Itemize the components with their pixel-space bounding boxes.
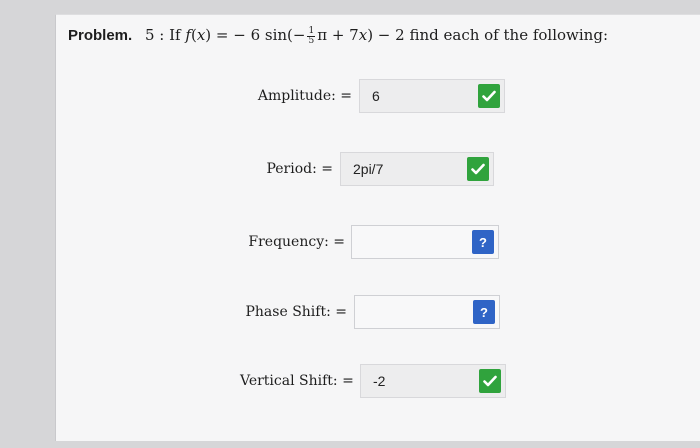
phase-shift-row: Phase Shift: = ? — [240, 295, 502, 329]
frequency-answer-box[interactable]: ? — [351, 225, 499, 259]
checkmark-icon — [483, 375, 497, 387]
fraction-numerator: 1 — [307, 25, 316, 37]
frequency-label: Frequency: = — [248, 234, 345, 250]
problem-suffix: find each of the following: — [409, 26, 608, 44]
period-row: Period: = 2pi/7 — [240, 152, 495, 186]
vertical-shift-input[interactable]: -2 — [361, 365, 385, 397]
amplitude-row: Amplitude: = 6 — [240, 79, 505, 113]
vertical-shift-row: Vertical Shift: = -2 — [240, 364, 508, 398]
phase-shift-label: Phase Shift: = — [245, 304, 348, 320]
problem-label: Problem. — [68, 27, 133, 44]
question-mark-icon: ? — [480, 304, 488, 320]
vertical-shift-answer-box[interactable]: -2 — [360, 364, 506, 398]
checkmark-icon — [471, 163, 485, 175]
period-input[interactable]: 2pi/7 — [341, 153, 383, 185]
problem-number: 5 — [144, 26, 155, 44]
amplitude-status-badge — [478, 84, 500, 108]
amplitude-answer-box[interactable]: 6 — [359, 79, 505, 113]
paren-close: ) − 2 — [367, 26, 405, 44]
amplitude-label: Amplitude: = — [257, 88, 352, 104]
period-answer-box[interactable]: 2pi/7 — [340, 152, 494, 186]
frequency-status-badge: ? — [472, 230, 494, 254]
fraction: 15 — [307, 25, 316, 46]
equation-coefficient: = − 6 sin — [215, 26, 288, 44]
function-name: f — [185, 26, 191, 44]
checkmark-icon — [482, 90, 496, 102]
problem-statement: Problem. 5 : If f(x) = − 6 sin(− 1 5 π + 7x… — [68, 25, 608, 46]
pi-term: π + 7 — [317, 26, 359, 44]
period-status-badge — [467, 157, 489, 181]
phase-shift-input[interactable] — [355, 296, 367, 328]
frequency-row: Frequency: = ? — [240, 225, 500, 259]
function-variable-2: x — [358, 26, 368, 44]
question-mark-icon: ? — [479, 234, 487, 250]
amplitude-input[interactable]: 6 — [360, 80, 380, 112]
frequency-input[interactable] — [352, 226, 364, 258]
vertical-shift-label: Vertical Shift: = — [240, 373, 354, 389]
fraction-denominator: 5 — [308, 35, 315, 46]
period-label: Period: = — [266, 161, 333, 177]
phase-shift-status-badge: ? — [473, 300, 495, 324]
function-variable: x — [196, 26, 206, 44]
phase-shift-answer-box[interactable]: ? — [354, 295, 500, 329]
paren-open: (− — [287, 26, 306, 44]
problem-prefix: : If — [159, 26, 181, 44]
vertical-shift-status-badge — [479, 369, 501, 393]
